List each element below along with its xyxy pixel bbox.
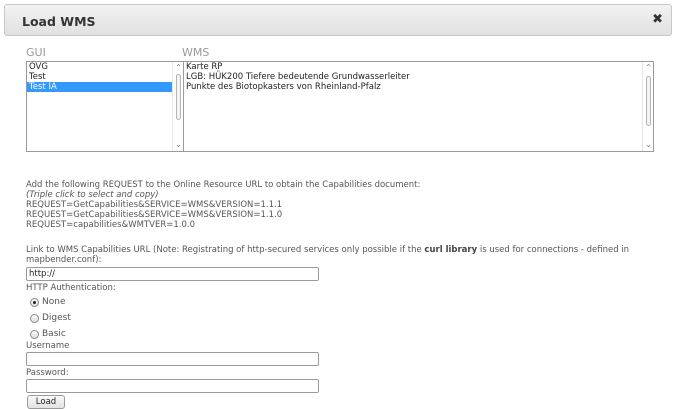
wms-item[interactable]: Punkte des Biotopkasters von Rheinland-P… [184,82,653,92]
wms-scrollbar[interactable]: ⌃ ⌄ [642,62,653,151]
gui-item-test-ia[interactable]: Test IA [27,82,183,92]
triple-click-hint: (Triple click to select and copy) [26,190,159,200]
auth-option-digest[interactable]: Digest [30,312,71,324]
auth-option-none[interactable]: None [30,296,65,308]
gui-item-ovg[interactable]: OVG [27,62,183,72]
gui-listbox[interactable]: OVG Test Test IA ⌃ ⌄ [26,61,184,152]
password-label: Password: [26,368,69,378]
password-input[interactable] [26,379,319,393]
radio-digest[interactable] [30,313,39,323]
wms-item[interactable]: LGB: HÜK200 Tiefere bedeutende Grundwass… [184,72,653,82]
auth-option-basic[interactable]: Basic [30,328,66,340]
radio-basic[interactable] [30,329,39,339]
curl-library-text: curl library [424,245,478,255]
gui-label: GUI [26,46,46,59]
username-label: Username [26,341,70,351]
wms-scroll-thumb[interactable] [646,76,651,126]
gui-scroll-thumb[interactable] [176,74,181,120]
capabilities-url-input[interactable]: http:// [26,267,319,281]
gui-item-test[interactable]: Test [27,72,183,82]
capabilities-url-label: Link to WMS Capabilities URL (Note: Regi… [26,245,629,255]
username-input[interactable] [26,352,319,366]
wms-listbox[interactable]: Karte RP LGB: HÜK200 Tiefere bedeutende … [183,61,654,152]
http-auth-label: HTTP Authentication: [26,283,116,293]
request-string[interactable]: REQUEST=GetCapabilities&SERVICE=WMS&VERS… [26,210,282,220]
capabilities-url-label-line2: mapbender.conf): [26,255,102,265]
capabilities-url-label-suffix: is used for connections - defined in [477,245,630,255]
request-string[interactable]: REQUEST=capabilities&WMTVER=1.0.0 [26,220,195,230]
scroll-up-icon[interactable]: ⌃ [643,63,653,73]
wms-item[interactable]: Karte RP [184,62,653,72]
capabilities-instruction: Add the following REQUEST to the Online … [26,180,421,190]
auth-option-label: Basic [42,329,66,339]
dialog-title: Load WMS [22,14,96,29]
auth-option-label: Digest [42,313,71,323]
radio-none[interactable] [30,297,39,307]
request-string[interactable]: REQUEST=GetCapabilities&SERVICE=WMS&VERS… [26,200,282,210]
wms-label: WMS [182,46,210,59]
scroll-down-icon[interactable]: ⌄ [643,140,653,150]
capabilities-url-label-text: Link to WMS Capabilities URL (Note: Regi… [26,245,425,255]
auth-option-label: None [42,297,66,307]
dialog-titlebar: Load WMS ✖ [4,4,672,36]
close-icon[interactable]: ✖ [652,13,663,27]
gui-scrollbar[interactable]: ⌃ ⌄ [172,62,183,151]
